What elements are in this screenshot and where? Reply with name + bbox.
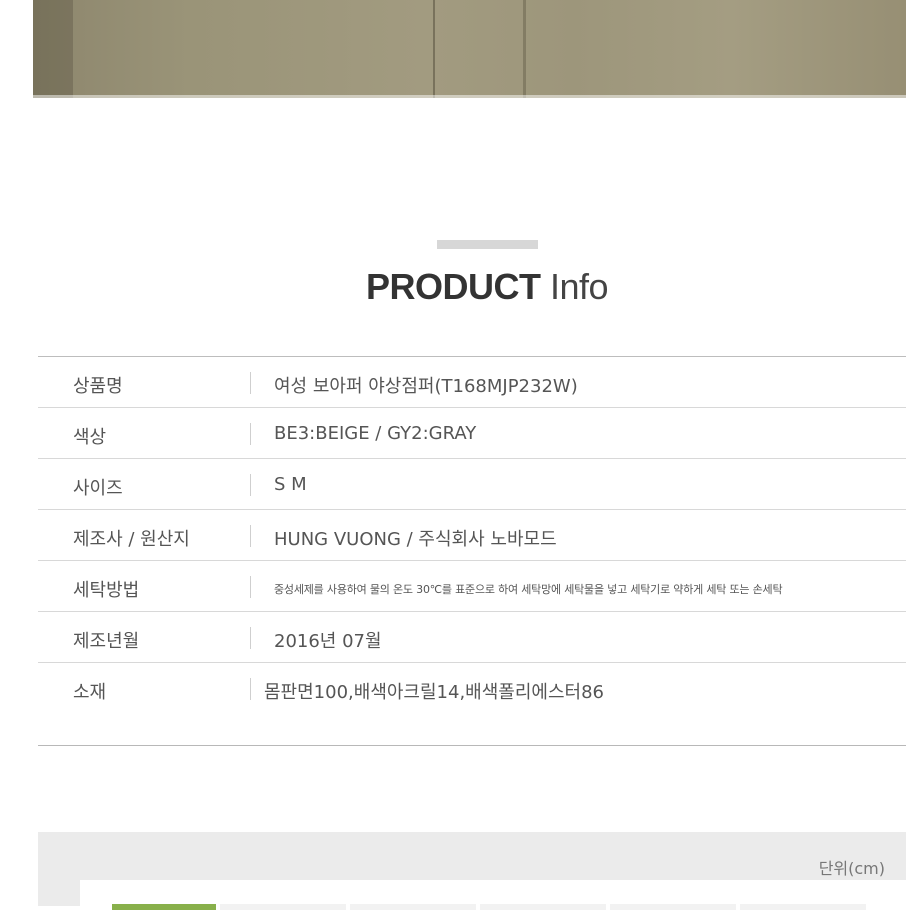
info-divider — [250, 423, 251, 445]
unit-label: 단위(cm) — [818, 859, 885, 878]
photo-bottom-edge — [33, 95, 906, 98]
photo-seam — [523, 0, 526, 98]
info-label: 제조사 / 원산지 — [73, 529, 190, 550]
size-tab-active[interactable] — [112, 904, 216, 910]
product-info-table: 상품명 여성 보아퍼 야상점퍼(T168MJP232W) 색상 BE3:BEIG… — [38, 356, 906, 746]
info-label: 상품명 — [73, 376, 123, 397]
size-chart-panel: 단위(cm) — [38, 832, 906, 910]
info-value: 2016년 07월 — [274, 631, 382, 652]
info-label: 색상 — [73, 427, 107, 448]
size-tab[interactable] — [610, 904, 736, 910]
info-divider — [250, 678, 251, 700]
info-value: 중성세제를 사용하여 물의 온도 30℃를 표준으로 하여 세탁망에 세탁물을 … — [274, 583, 783, 596]
info-value: 여성 보아퍼 야상점퍼(T168MJP232W) — [274, 376, 578, 397]
section-title-strong: PRODUCT — [365, 266, 541, 307]
info-label: 세탁방법 — [73, 580, 140, 601]
info-divider — [250, 372, 251, 394]
info-divider — [250, 627, 251, 649]
info-row-washing: 세탁방법 중성세제를 사용하여 물의 온도 30℃를 표준으로 하여 세탁망에 … — [38, 561, 906, 612]
info-row-product-name: 상품명 여성 보아퍼 야상점퍼(T168MJP232W) — [38, 357, 906, 408]
size-tab[interactable] — [350, 904, 476, 910]
info-label: 사이즈 — [73, 478, 123, 499]
photo-seam — [433, 0, 435, 98]
product-photo — [33, 0, 906, 98]
info-row-material: 소재 몸판면100,배색아크릴14,배색폴리에스터86 — [38, 663, 906, 746]
section-title: PRODUCT Info — [0, 266, 906, 308]
size-tab[interactable] — [740, 904, 866, 910]
info-divider — [250, 525, 251, 547]
info-value: S M — [274, 474, 307, 495]
section-title-light: Info — [549, 266, 609, 307]
info-row-manufacture-date: 제조년월 2016년 07월 — [38, 612, 906, 663]
info-row-color: 색상 BE3:BEIGE / GY2:GRAY — [38, 408, 906, 459]
info-value: BE3:BEIGE / GY2:GRAY — [274, 423, 477, 444]
size-tab[interactable] — [220, 904, 346, 910]
info-divider — [250, 576, 251, 598]
size-tab[interactable] — [480, 904, 606, 910]
info-divider — [250, 474, 251, 496]
info-row-size: 사이즈 S M — [38, 459, 906, 510]
info-value: HUNG VUONG / 주식회사 노바모드 — [274, 529, 557, 550]
info-label: 소재 — [73, 682, 107, 703]
photo-shadow — [33, 0, 73, 98]
info-row-manufacturer: 제조사 / 원산지 HUNG VUONG / 주식회사 노바모드 — [38, 510, 906, 561]
section-title-bar — [437, 240, 538, 249]
info-label: 제조년월 — [73, 631, 140, 652]
info-value: 몸판면100,배색아크릴14,배색폴리에스터86 — [264, 682, 605, 703]
